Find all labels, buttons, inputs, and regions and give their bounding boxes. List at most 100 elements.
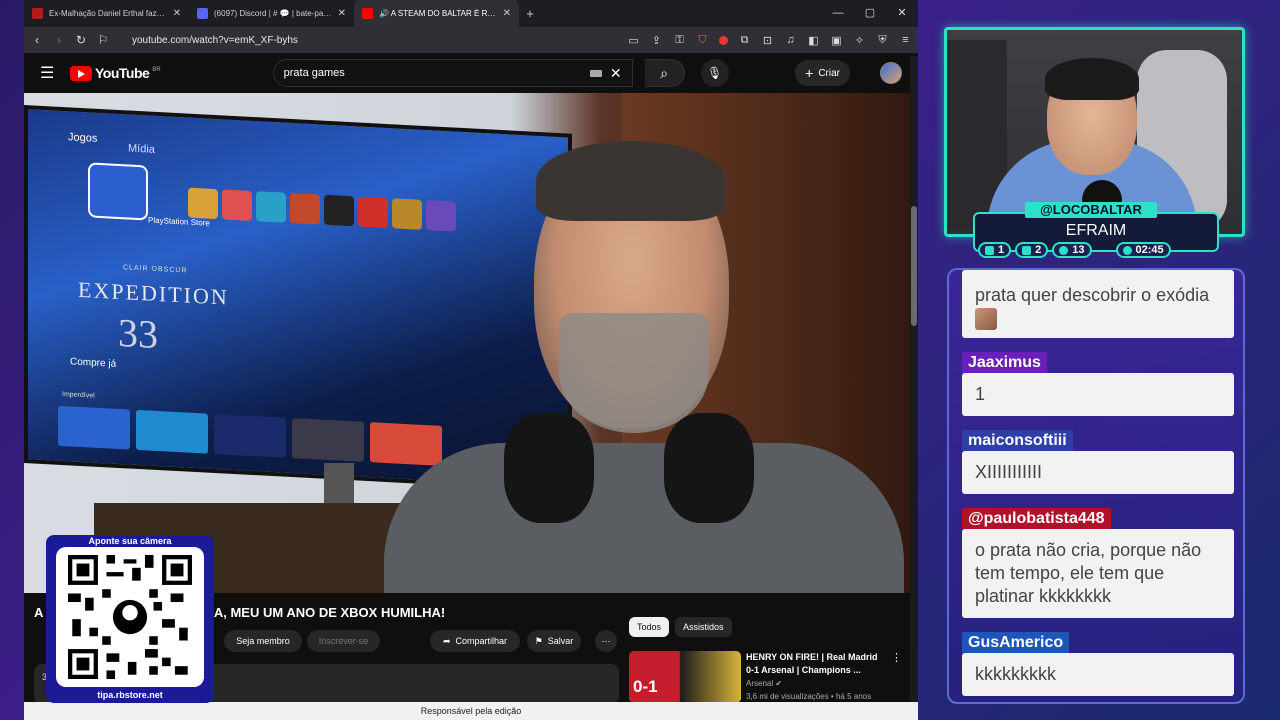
share-arrow-icon: ➦ <box>442 635 451 646</box>
steam-icon <box>1059 245 1069 255</box>
headset-left <box>504 413 594 523</box>
create-button[interactable]: + Criar <box>795 60 850 86</box>
share-icon[interactable]: ⇪ <box>650 34 663 47</box>
subscribe-label: Inscrever-se <box>318 636 369 646</box>
more-dots-icon: ⋯ <box>601 635 611 646</box>
close-tab-icon[interactable]: ✕ <box>173 8 181 19</box>
wallet-icon[interactable]: ▣ <box>830 34 843 47</box>
country-code: BR <box>152 67 161 73</box>
forward-icon[interactable]: › <box>52 33 66 47</box>
screenshot-icon[interactable]: ⊡ <box>761 34 774 47</box>
address-bar: ‹ › ↻ ⚐ youtube.com/watch?v=emK_XF-byhs … <box>24 27 918 53</box>
recommendation-chips: Todos Assistidos <box>629 617 732 637</box>
bookmark-save-icon: ⚑ <box>534 635 543 646</box>
url-field[interactable]: youtube.com/watch?v=emK_XF-byhs <box>132 35 298 46</box>
window-controls: — ▢ ✕ <box>822 0 918 27</box>
video-title-visible: ULA, MEU UM ANO DE XBOX HUMILHA! <box>196 605 446 620</box>
join-button[interactable]: Seja membro <box>224 630 302 652</box>
tab-bar: Ex-Malhação Daniel Erthal faz balanço so… <box>24 0 918 27</box>
playstation-store-icon <box>88 162 148 221</box>
recommended-thumbnail[interactable]: 0-1 <box>629 651 741 703</box>
extensions-icon[interactable]: ⧉ <box>738 34 751 47</box>
create-label: Criar <box>818 67 840 79</box>
join-label: Seja membro <box>236 636 290 646</box>
youtube-logo[interactable]: YouTube BR <box>70 65 161 81</box>
vpn-icon[interactable]: ⛨ <box>876 34 889 47</box>
search-input[interactable]: prata games ✕ <box>272 59 633 87</box>
tv-stand <box>324 463 354 503</box>
hamburger-menu-icon[interactable]: ☰ <box>40 63 58 83</box>
close-window-icon[interactable]: ✕ <box>886 0 918 27</box>
shield-icon[interactable]: ⛉ <box>696 34 709 47</box>
qr-code-icon <box>68 555 192 679</box>
recommended-channel[interactable]: Arsenal ✔ <box>746 679 782 688</box>
streamer-name: EFRAIM <box>1065 222 1127 239</box>
cam-hair <box>1045 58 1139 100</box>
back-icon[interactable]: ‹ <box>30 33 44 47</box>
channel-handle: @LOCOBALTAR <box>1025 202 1157 218</box>
scroll-thumb[interactable] <box>911 206 917 326</box>
chat-panel: prata quer descobrir o exódia Jaaximus 1… <box>947 268 1245 704</box>
close-tab-icon[interactable]: ✕ <box>338 8 346 19</box>
save-label: Salvar <box>547 636 574 646</box>
search-button[interactable]: ⌕ <box>644 59 685 87</box>
recommended-title[interactable]: HENRY ON FIRE! | Real Madrid 0-1 Arsenal… <box>746 651 886 677</box>
more-options-icon[interactable]: ⋮ <box>891 651 902 664</box>
chat-message-text: o prata não cria, porque não tem tempo, … <box>962 529 1234 618</box>
stat-steam: 13 <box>1052 242 1092 258</box>
chat-username: @paulobatista448 <box>962 508 1111 530</box>
maximize-icon[interactable]: ▢ <box>854 0 886 27</box>
verified-icon: ✔ <box>775 679 783 688</box>
cast-icon[interactable]: ▭ <box>627 34 640 47</box>
chat-message-text: XIIIIIIIIIII <box>962 451 1234 494</box>
close-tab-icon[interactable]: ✕ <box>503 8 511 19</box>
stream-stats: 1 2 13 02:45 <box>978 242 1171 258</box>
leo-icon[interactable]: ✧ <box>853 34 866 47</box>
clear-search-icon[interactable]: ✕ <box>610 65 622 82</box>
clock-icon <box>1122 245 1132 255</box>
minimize-icon[interactable]: — <box>822 0 854 27</box>
chat-username: GusAmerico <box>962 632 1070 654</box>
tv-game-tiles <box>188 187 456 232</box>
page-scrollbar[interactable] <box>910 56 918 720</box>
tab-title: 🔊 A STEAM DO BALTAR É RIDÍCULA, M <box>379 9 497 18</box>
person-shirt <box>384 443 904 593</box>
toolbar-icons: ▭ ⇪ ⚿ ⛉ ⧉ ⊡ ♫ ◧ ▣ ✧ ⛨ ≡ <box>627 34 912 47</box>
voice-search-button[interactable]: 🎙 <box>700 59 729 87</box>
recommended-video[interactable]: 0-1 HENRY ON FIRE! | Real Madrid 0-1 Ars… <box>629 651 909 703</box>
tab-2-active[interactable]: 🔊 A STEAM DO BALTAR É RIDÍCULA, M ✕ <box>354 0 519 27</box>
tab-1[interactable]: (6097) Discord | # 💬 | bate-papo | RODRI… <box>189 0 354 27</box>
discord-favicon-icon <box>197 8 208 19</box>
sidebar-icon[interactable]: ◧ <box>807 34 820 47</box>
tv-game-number: 33 <box>118 309 158 358</box>
tab-title: (6097) Discord | # 💬 | bate-papo | RODRI… <box>214 9 332 18</box>
share-button[interactable]: ➦ Compartilhar <box>430 630 520 652</box>
avatar[interactable] <box>880 62 902 84</box>
tv-bottom-tiles <box>58 405 442 466</box>
notification-badge-icon[interactable] <box>719 35 728 45</box>
chip-all[interactable]: Todos <box>629 617 670 637</box>
emote-icon <box>975 308 997 331</box>
reload-icon[interactable]: ↻ <box>74 33 88 47</box>
new-tab-button[interactable]: + <box>519 6 541 21</box>
video-player[interactable]: Jogos Mídia PlayStation Store CLAIR OBSC… <box>24 93 910 593</box>
subscribe-button[interactable]: Inscrever-se <box>307 630 380 652</box>
music-icon[interactable]: ♫ <box>784 34 797 46</box>
news-favicon-icon <box>32 8 43 19</box>
menu-icon[interactable]: ≡ <box>899 34 912 46</box>
tv-game-subtitle: CLAIR OBSCUR <box>123 264 188 275</box>
save-button[interactable]: ⚑ Salvar <box>527 630 581 652</box>
chat-username: Jaaximus <box>962 352 1047 374</box>
chip-watched[interactable]: Assistidos <box>675 617 732 637</box>
share-label: Compartilhar <box>455 636 508 646</box>
tab-0[interactable]: Ex-Malhação Daniel Erthal faz balanço so… <box>24 0 189 27</box>
keyboard-icon[interactable] <box>589 69 602 77</box>
tv-media-label: Mídia <box>128 142 155 156</box>
plus-icon: + <box>805 65 814 81</box>
tv-game-title: EXPEDITION <box>78 276 229 310</box>
more-actions-button[interactable]: ⋯ <box>595 630 617 652</box>
chat-username: maiconsoftiii <box>962 430 1073 452</box>
bookmark-icon[interactable]: ⚐ <box>96 33 110 47</box>
tv-screen: Jogos Mídia PlayStation Store CLAIR OBSC… <box>24 105 572 492</box>
key-icon[interactable]: ⚿ <box>673 34 686 47</box>
